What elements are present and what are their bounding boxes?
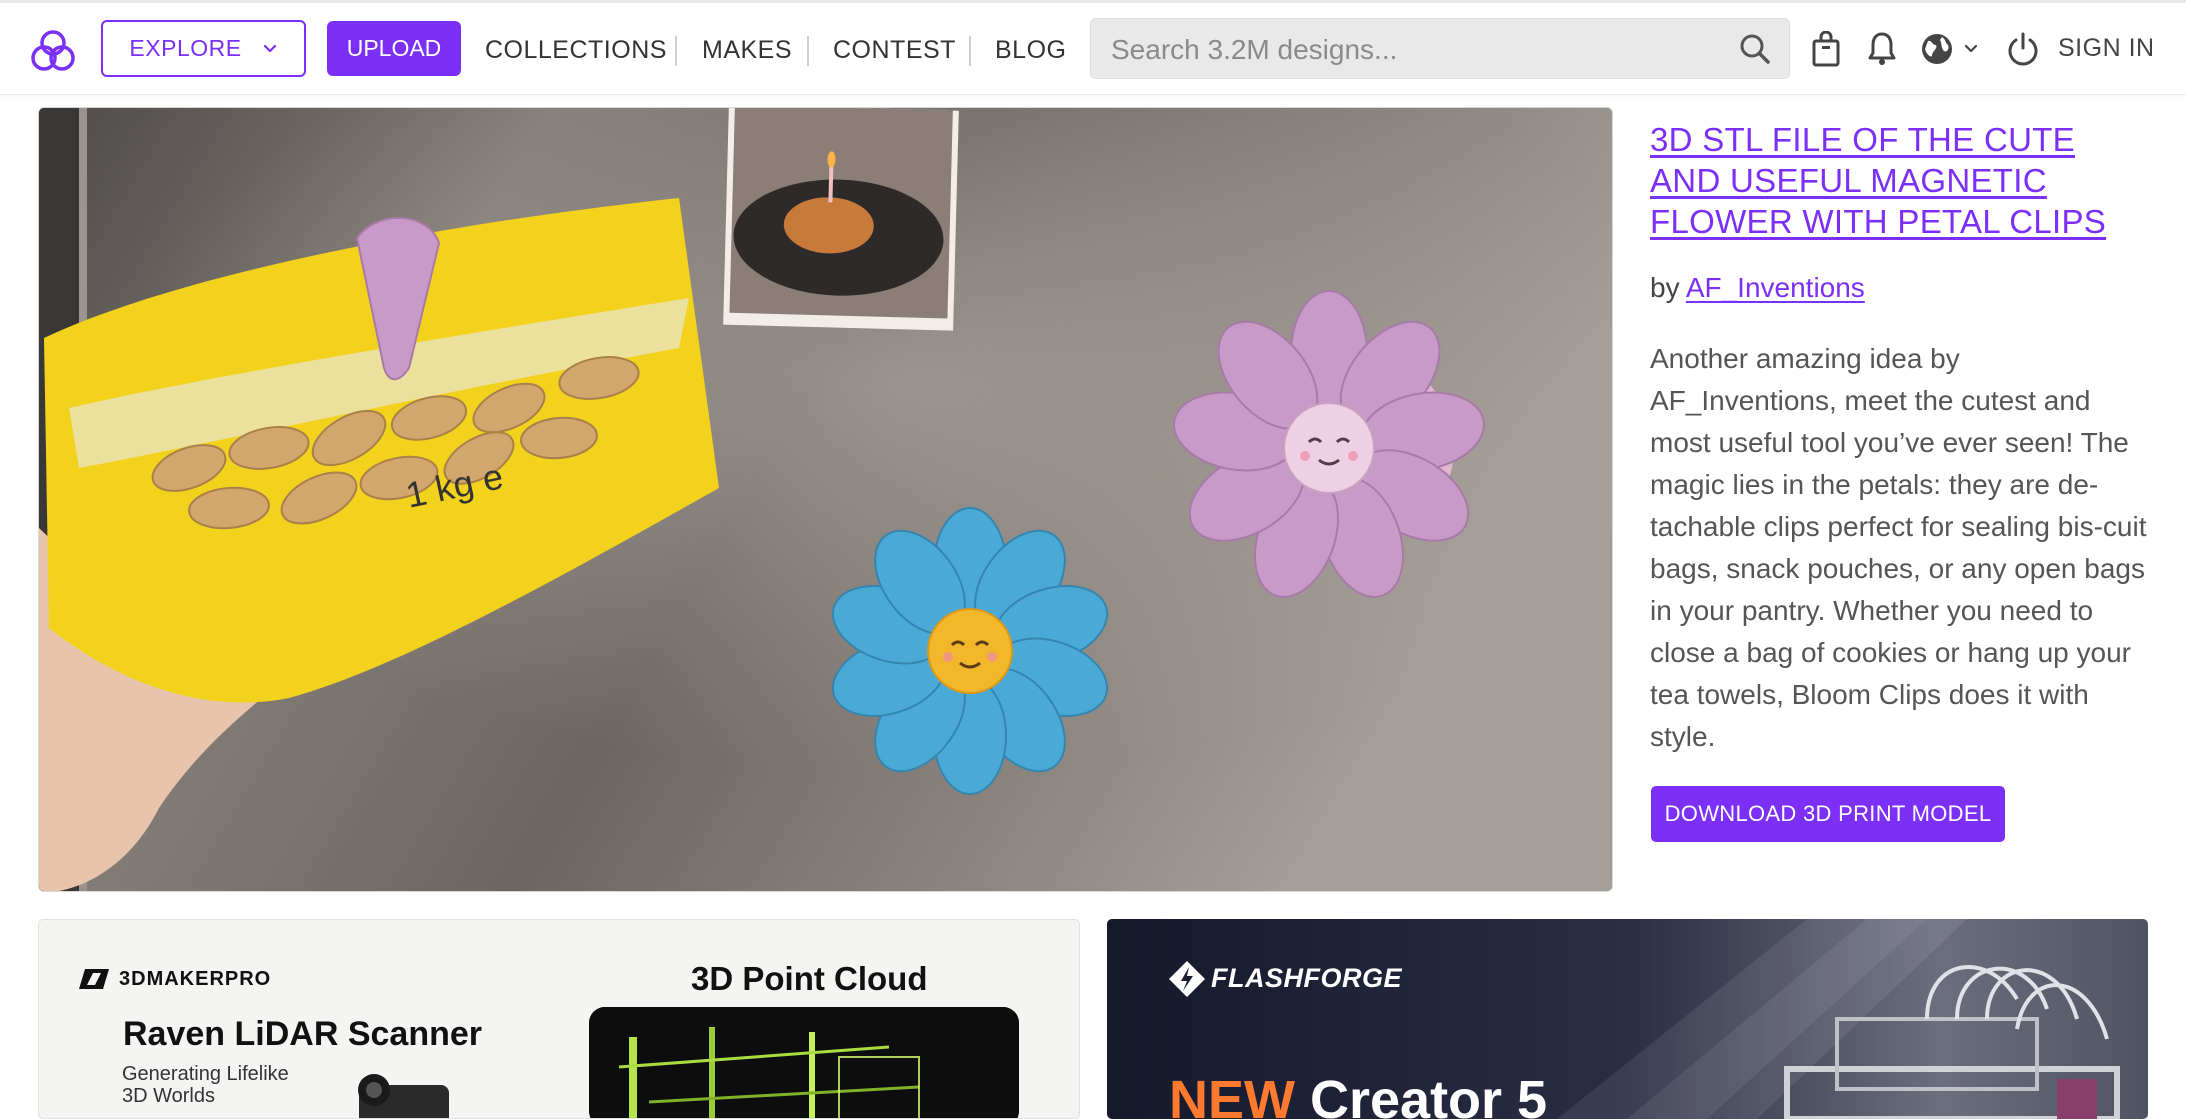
nav-label-blog: BLOG: [995, 35, 1067, 64]
chevron-down-icon[interactable]: [1964, 43, 1978, 55]
byline-prefix: by: [1650, 272, 1680, 303]
explore-label: EXPLORE: [129, 35, 242, 61]
download-model-button[interactable]: DOWNLOAD 3D PRINT MODEL: [1651, 786, 2005, 842]
banner-subtitle: Generating Lifelike 3D Worlds: [122, 1063, 289, 1107]
ad-banner-3dmakerpro[interactable]: 3DMAKERPRO Raven LiDAR Scanner Generatin…: [38, 919, 1080, 1119]
hero-photo-illustration: 1 kg e: [39, 108, 1612, 891]
banner-brand: FLASHFORGE: [1211, 963, 1402, 993]
upload-button[interactable]: UPLOAD: [327, 21, 461, 76]
point-cloud-preview: [589, 1007, 1019, 1118]
ad-banner-flashforge[interactable]: FLASHFORGE NEW Creator 5: [1107, 919, 2148, 1119]
power-icon[interactable]: [2006, 31, 2040, 67]
search-bar: [1090, 18, 1790, 80]
3dmakerpro-logo-icon: [79, 969, 109, 989]
banner-headline-text: Creator 5: [1310, 1070, 1548, 1119]
banner-headline-accent: NEW: [1169, 1070, 1295, 1119]
banner-title: Raven LiDAR Scanner: [123, 1015, 482, 1053]
hero-image[interactable]: 1 kg e: [38, 107, 1613, 892]
nav-label-contest: CONTEST: [833, 35, 956, 64]
hero-description: Another amazing idea by AF_Inventions, m…: [1650, 343, 2147, 752]
shopping-bag-icon[interactable]: [1811, 31, 1841, 67]
nav-item-makes[interactable]: MAKES: [702, 3, 792, 97]
banner-right-title: 3D Point Cloud: [691, 960, 928, 997]
explore-dropdown-button[interactable]: EXPLORE: [101, 20, 306, 77]
nav-item-blog[interactable]: BLOG: [995, 3, 1066, 97]
nav-item-collections[interactable]: COLLECTIONS: [485, 3, 667, 97]
banner-headline: NEW Creator 5: [1169, 1069, 1547, 1119]
chevron-down-icon: [263, 44, 276, 52]
nav-label-makes: MAKES: [702, 35, 793, 64]
cults-logo-icon[interactable]: [30, 29, 76, 75]
nav-divider: [969, 36, 971, 66]
search-input[interactable]: [1109, 19, 1713, 80]
nav-divider: [807, 36, 809, 66]
point-cloud-illustration: [589, 1007, 1019, 1118]
nav-label-collections: COLLECTIONS: [485, 35, 667, 64]
lidar-scanner-illustration: [358, 1074, 449, 1118]
site-header: EXPLORE UPLOAD COLLECTIONS MAKES CONTEST…: [0, 3, 2186, 95]
nav-divider: [675, 36, 677, 66]
flashforge-logo-icon: [1169, 961, 1205, 997]
bell-icon[interactable]: [1867, 31, 1897, 67]
author-link[interactable]: AF_Inventions: [1686, 272, 1865, 303]
sign-in-link[interactable]: SIGN IN: [2058, 34, 2155, 63]
3d-printer-illustration: [1784, 964, 2120, 1119]
banner-brand: 3DMAKERPRO: [119, 968, 272, 990]
nav-item-contest[interactable]: CONTEST: [833, 3, 956, 97]
hero-title-link[interactable]: 3D STL file of the cute and useful magne…: [1650, 119, 2150, 242]
polaroid-photo: [723, 108, 959, 331]
globe-icon[interactable]: [1920, 31, 1954, 67]
search-icon[interactable]: [1739, 33, 1771, 65]
hero-byline: by AF_Inventions: [1650, 272, 1865, 304]
